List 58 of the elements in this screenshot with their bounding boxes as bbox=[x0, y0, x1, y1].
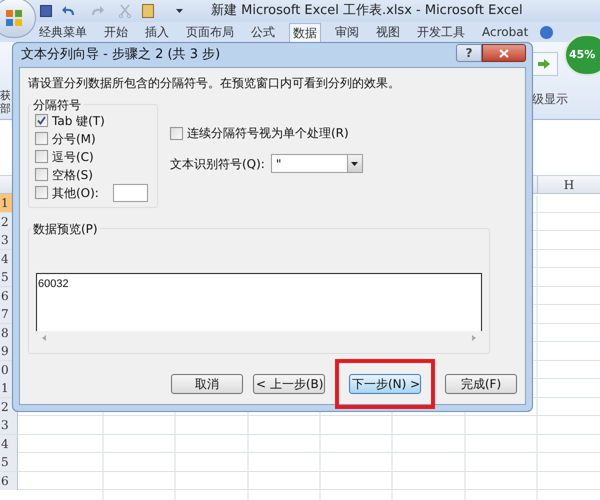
customize-caret-icon[interactable] bbox=[176, 8, 183, 14]
ribbon-tab[interactable]: Acrobat bbox=[479, 23, 532, 42]
ribbon-tab[interactable]: 经典菜单 bbox=[36, 23, 90, 42]
checkbox[interactable] bbox=[170, 126, 183, 140]
scissors-icon[interactable] bbox=[118, 4, 132, 18]
checkbox-label: 逗号(C) bbox=[52, 148, 94, 166]
checkbox[interactable] bbox=[35, 168, 48, 181]
arrow-icon bbox=[538, 59, 550, 69]
ribbon-tab[interactable]: 公式 bbox=[248, 23, 278, 42]
help-button[interactable]: ? bbox=[456, 44, 482, 62]
row-header[interactable]: 6 bbox=[0, 472, 18, 490]
ribbon-tab[interactable]: 页面布局 bbox=[183, 23, 237, 42]
checkmark-icon bbox=[37, 116, 46, 125]
dropdown-caret-icon[interactable] bbox=[346, 155, 362, 172]
checkbox[interactable] bbox=[35, 114, 48, 127]
preview-line: 60032 bbox=[38, 277, 70, 292]
group-label: 级显示 bbox=[532, 91, 568, 108]
checkbox[interactable] bbox=[35, 186, 48, 199]
ribbon-tab[interactable]: 插入 bbox=[142, 23, 172, 42]
row-header[interactable]: 4 bbox=[0, 434, 18, 452]
paste-icon[interactable] bbox=[142, 4, 154, 18]
dialog-button[interactable]: 取消 bbox=[171, 374, 243, 394]
redo-icon[interactable] bbox=[90, 5, 104, 17]
office-logo-icon[interactable] bbox=[0, 0, 36, 38]
ribbon-label: 部 bbox=[0, 102, 10, 115]
dialog-button[interactable]: < 上一步(B) bbox=[253, 374, 325, 394]
row-header[interactable]: 5 bbox=[0, 453, 18, 471]
ribbon-tab[interactable]: 数据 bbox=[289, 23, 321, 42]
dialog-button[interactable]: 下一步(N) > bbox=[349, 374, 421, 394]
scroll-left-icon[interactable] bbox=[42, 335, 46, 341]
close-icon bbox=[499, 48, 509, 58]
checkbox[interactable] bbox=[35, 132, 48, 145]
checkbox-label: 其他(O): bbox=[52, 184, 99, 202]
window-title: 新建 Microsoft Excel 工作表.xlsx - Microsoft Excel bbox=[211, 2, 523, 20]
dialog-button[interactable]: 完成(F) bbox=[445, 374, 517, 394]
ribbon-tab[interactable]: 审阅 bbox=[332, 23, 362, 42]
close-button[interactable] bbox=[482, 44, 526, 62]
other-delimiter-field[interactable] bbox=[112, 184, 148, 202]
dialog-title: 文本分列向导 - 步骤之 2 (共 3 步) bbox=[20, 46, 220, 64]
checkbox-label: 空格(S) bbox=[52, 166, 93, 184]
checkbox-label: 连续分隔符号视为单个处理(R) bbox=[187, 125, 349, 142]
row-header[interactable]: 3 bbox=[0, 416, 18, 434]
group-legend: 数据预览(P) bbox=[31, 220, 100, 238]
ribbon-tab[interactable]: 开发工具 bbox=[414, 23, 468, 42]
undo-icon[interactable] bbox=[62, 5, 76, 17]
ribbon-tab[interactable]: 视图 bbox=[373, 23, 403, 42]
checkbox-label: 分号(M) bbox=[52, 130, 96, 148]
instruction-text: 请设置分列数据所包含的分隔符号。在预览窗口内可看到分列的效果。 bbox=[28, 75, 401, 92]
save-icon[interactable] bbox=[40, 5, 52, 17]
scroll-right-icon[interactable] bbox=[472, 335, 476, 341]
group-legend: 分隔符号 bbox=[31, 96, 83, 114]
help-icon[interactable] bbox=[540, 26, 554, 39]
column-header[interactable]: H bbox=[537, 176, 600, 193]
checkbox[interactable] bbox=[35, 150, 48, 163]
checkbox-label: Tab 键(T) bbox=[52, 112, 105, 130]
qualifier-dropdown[interactable]: " bbox=[270, 154, 363, 173]
qualifier-label: 文本识别符号(Q): bbox=[170, 156, 265, 172]
ribbon-tab[interactable]: 开始 bbox=[101, 23, 131, 42]
